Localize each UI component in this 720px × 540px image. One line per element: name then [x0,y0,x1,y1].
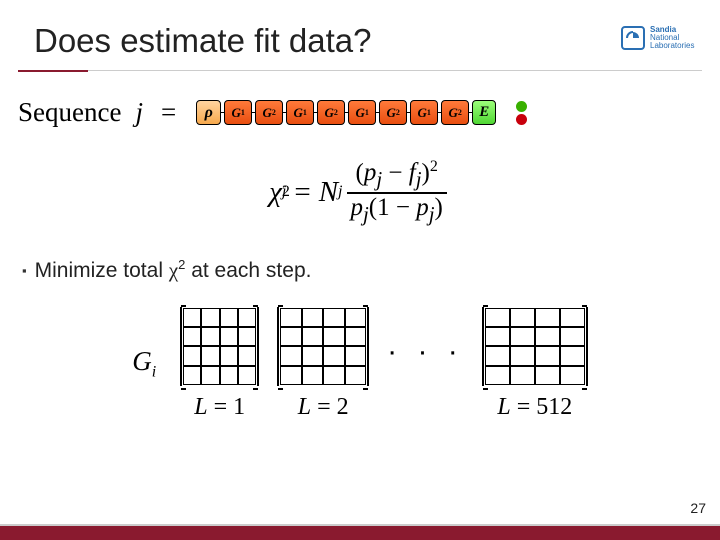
dot-red [516,114,527,125]
Gi-label: Gi [132,346,156,381]
gate-sequence: ρ G1 G2 G1 G2 G1 G2 G1 G2 E [196,100,496,125]
fraction: (pj − fj)2 pj(1 − pj) [347,158,447,227]
sequence-label: Sequence [18,97,121,128]
matrix-col-512: L = 512 [482,307,588,421]
chi-sub: j [282,183,286,201]
gate-g2: G2 [441,100,469,125]
numerator: (pj − fj)2 [352,158,442,192]
chi-squared-formula: χ 2j = Nj (pj − fj)2 pj(1 − pj) [0,158,720,227]
bullet-marker: ▪ [22,263,27,278]
gate-g1: G1 [286,100,314,125]
gate-g1: G1 [348,100,376,125]
measurement-dots [516,101,527,125]
gate-g1: G1 [410,100,438,125]
title-rule [18,70,702,71]
bullet-text-post: at each step. [185,259,311,282]
matrices-row: Gi L = 1 L = 2 · · · L = 512 [0,307,720,421]
matrix-col-1: L = 1 [180,307,259,421]
matrix-L1 [180,307,259,386]
L-label-512: L = 512 [497,394,572,421]
matrix-col-2: L = 2 [277,307,369,421]
footer-bar [0,524,720,540]
gate-g2: G2 [379,100,407,125]
matrix-L512 [482,307,588,386]
matrix-L2 [277,307,369,386]
N-sub: j [338,183,342,201]
bullet-minimize: ▪Minimize total χ2 at each step. [22,257,720,283]
denominator: pj(1 − pj) [347,194,447,227]
L-label-1: L = 1 [194,394,245,421]
bullet-text-pre: Minimize total [35,259,169,282]
L-label-2: L = 2 [298,394,349,421]
gate-rho: ρ [196,100,221,125]
ellipsis: · · · [387,335,464,393]
chi-symbol: χ [269,176,282,209]
N-symbol: N [319,176,338,209]
gate-g2: G2 [255,100,283,125]
gate-E: E [472,100,496,125]
sandia-icon [621,26,645,50]
sequence-var: j [135,97,143,128]
sequence-row: Sequence j = ρ G1 G2 G1 G2 G1 G2 G1 G2 E [18,97,720,128]
gate-g2: G2 [317,100,345,125]
sandia-logo-block: SandiaNationalLaboratories [621,26,700,50]
sandia-label: SandiaNationalLaboratories [650,26,700,50]
eq-sign: = [294,176,310,209]
page-number: 27 [690,500,706,516]
dot-green [516,101,527,112]
bullet-chi: χ [169,258,178,282]
sequence-eq: = [161,97,176,128]
gate-g1: G1 [224,100,252,125]
page-title: Does estimate fit data? [34,22,372,60]
